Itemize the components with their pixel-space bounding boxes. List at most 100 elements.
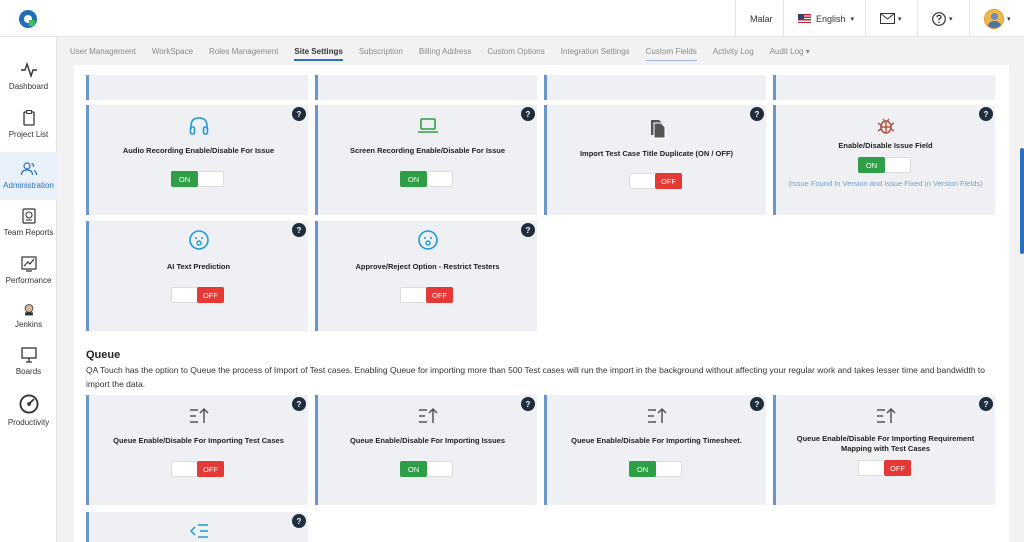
app-logo-icon[interactable] bbox=[18, 9, 38, 29]
tab-subscription[interactable]: Subscription bbox=[359, 47, 403, 56]
report-icon bbox=[21, 208, 36, 224]
settings-card-import-title-duplicate: ? Import Test Case Title Duplicate (ON /… bbox=[544, 105, 766, 215]
productivity-icon bbox=[19, 394, 38, 414]
sidebar: Dashboard Project List Administration Te… bbox=[0, 37, 57, 542]
sidebar-item-label: Team Reports bbox=[3, 228, 54, 237]
profile-menu[interactable]: ▾ bbox=[969, 0, 1024, 37]
sidebar-item-productivity[interactable]: Productivity bbox=[0, 393, 57, 433]
tab-workspace[interactable]: WorkSpace bbox=[152, 47, 193, 56]
screen-recording-toggle[interactable]: ON bbox=[400, 171, 453, 187]
language-selector[interactable]: English ▾ bbox=[783, 0, 865, 37]
setting-title: Approve/Reject Option - Restrict Testers bbox=[355, 262, 500, 271]
settings-card-queue-requirement-mapping: ? Queue Enable/Disable For Importing Req… bbox=[773, 395, 995, 505]
sidebar-item-performance[interactable]: Performance bbox=[0, 255, 57, 291]
sort-upload-icon bbox=[89, 405, 308, 427]
setting-title: Screen Recording Enable/Disable For Issu… bbox=[349, 146, 506, 155]
user-name[interactable]: Malar bbox=[735, 0, 783, 37]
toggle-state: ON bbox=[171, 171, 198, 187]
tab-audit-log[interactable]: Audit Log ▾ bbox=[770, 47, 810, 56]
sidebar-item-project-list[interactable]: Project List bbox=[0, 109, 57, 145]
mail-icon bbox=[880, 13, 895, 24]
settings-card-queue-issues: ? Queue Enable/Disable For Importing Iss… bbox=[315, 395, 537, 505]
queue-requirement-mapping-toggle[interactable]: OFF bbox=[858, 460, 911, 476]
us-flag-icon bbox=[798, 14, 811, 23]
toggle-state: OFF bbox=[884, 460, 911, 476]
chart-icon bbox=[20, 256, 37, 272]
toggle-state: ON bbox=[858, 157, 885, 173]
sidebar-item-administration[interactable]: Administration bbox=[0, 152, 57, 200]
setting-title: AI Text Prediction bbox=[166, 262, 231, 271]
settings-card bbox=[315, 75, 537, 100]
sidebar-item-label: Performance bbox=[5, 276, 52, 285]
ai-text-prediction-toggle[interactable]: OFF bbox=[171, 287, 224, 303]
sort-upload-icon bbox=[547, 405, 766, 427]
sidebar-item-label: Dashboard bbox=[8, 82, 49, 91]
sidebar-item-label: Boards bbox=[15, 367, 42, 376]
copy-icon bbox=[547, 117, 766, 139]
language-label: English bbox=[816, 13, 846, 24]
clipboard-icon bbox=[22, 109, 35, 126]
settings-card-issue-field: ? Enable/Disable Issue Field ON (Issue F… bbox=[773, 105, 995, 215]
jenkins-icon bbox=[24, 304, 33, 316]
setting-note: (Issue Found In Version and Issue Fixed … bbox=[788, 179, 983, 188]
audio-recording-toggle[interactable]: ON bbox=[171, 171, 224, 187]
laptop-icon bbox=[318, 115, 537, 137]
settings-card-audio-recording: ? Audio Recording Enable/Disable For Iss… bbox=[86, 105, 308, 215]
sidebar-item-jenkins[interactable]: Jenkins bbox=[0, 303, 57, 333]
sidebar-item-boards[interactable]: Boards bbox=[0, 346, 57, 382]
sidebar-item-team-reports[interactable]: Team Reports bbox=[0, 207, 57, 243]
mail-menu[interactable]: ▾ bbox=[865, 0, 917, 37]
toggle-state: ON bbox=[400, 171, 427, 187]
settings-card-ai-text-prediction: ? AI Text Prediction OFF bbox=[86, 221, 308, 331]
sidebar-item-dashboard[interactable]: Dashboard bbox=[0, 61, 57, 97]
tab-user-management[interactable]: User Management bbox=[70, 47, 136, 56]
queue-timesheet-toggle[interactable]: ON bbox=[629, 461, 682, 477]
avatar bbox=[984, 8, 1004, 29]
headphones-icon bbox=[89, 115, 308, 137]
help-menu[interactable]: ▾ bbox=[917, 0, 969, 37]
toggle-state: OFF bbox=[426, 287, 453, 303]
sort-upload-icon bbox=[776, 405, 995, 427]
surprised-face-icon bbox=[318, 229, 537, 251]
tab-integration-settings[interactable]: Integration Settings bbox=[561, 47, 630, 56]
tab-custom-fields[interactable]: Custom Fields bbox=[645, 47, 697, 61]
toggle-state: OFF bbox=[197, 461, 224, 477]
settings-card bbox=[544, 75, 766, 100]
queue-issues-toggle[interactable]: ON bbox=[400, 461, 453, 477]
tab-activity-log[interactable]: Activity Log bbox=[713, 47, 754, 56]
import-title-duplicate-toggle[interactable]: OFF bbox=[629, 173, 682, 189]
toggle-state: ON bbox=[400, 461, 427, 477]
chevron-down-icon: ▾ bbox=[1007, 15, 1011, 23]
setting-title: Audio Recording Enable/Disable For Issue bbox=[122, 146, 275, 155]
sidebar-item-label: Productivity bbox=[7, 418, 50, 427]
setting-title: Import Test Case Title Duplicate (ON / O… bbox=[579, 149, 734, 158]
settings-card bbox=[773, 75, 995, 100]
issue-field-toggle[interactable]: ON bbox=[858, 157, 911, 173]
setting-title: Queue Enable/Disable For Importing Times… bbox=[571, 436, 742, 445]
sidebar-item-label: Jenkins bbox=[14, 320, 43, 329]
tab-billing-address[interactable]: Billing Address bbox=[419, 47, 471, 56]
toggle-state: OFF bbox=[655, 173, 682, 189]
sidebar-item-label: Project List bbox=[8, 130, 49, 139]
user-name-label: Malar bbox=[750, 13, 773, 24]
chevron-down-icon: ▾ bbox=[898, 15, 902, 23]
tab-roles-management[interactable]: Roles Management bbox=[209, 47, 278, 56]
chevron-down-icon: ▾ bbox=[949, 15, 953, 23]
surprised-face-icon bbox=[89, 229, 308, 251]
settings-card-screen-recording: ? Screen Recording Enable/Disable For Is… bbox=[315, 105, 537, 215]
sort-upload-icon bbox=[318, 405, 537, 427]
tab-site-settings[interactable]: Site Settings bbox=[294, 47, 344, 61]
queue-test-cases-toggle[interactable]: OFF bbox=[171, 461, 224, 477]
toggle-state: ON bbox=[629, 461, 656, 477]
board-icon bbox=[20, 347, 37, 363]
tab-custom-options[interactable]: Custom Options bbox=[487, 47, 544, 56]
setting-title: Queue Enable/Disable For Importing Test … bbox=[113, 436, 284, 445]
bug-icon bbox=[776, 114, 995, 136]
approve-reject-toggle[interactable]: OFF bbox=[400, 287, 453, 303]
setting-title: Queue Enable/Disable For Importing Requi… bbox=[796, 434, 975, 453]
sidebar-item-label: Administration bbox=[3, 181, 54, 190]
queue-description: QA Touch has the option to Queue the pro… bbox=[86, 365, 985, 389]
top-bar: Malar English ▾ ▾ ▾ ▾ bbox=[0, 0, 1024, 37]
scrollbar[interactable] bbox=[1020, 148, 1024, 254]
chevron-down-icon: ▾ bbox=[850, 15, 855, 23]
